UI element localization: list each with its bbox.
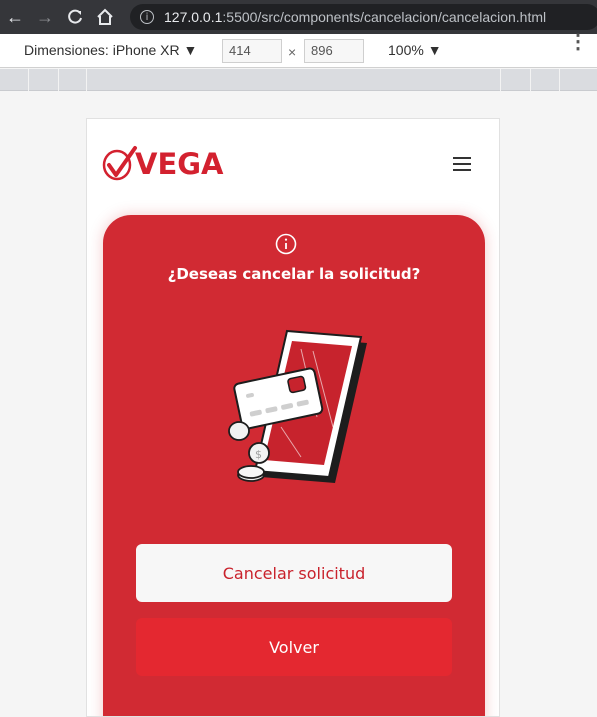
cancel-dialog-card: ¿Deseas cancelar la solicitud? $ Cancela… — [103, 215, 485, 716]
zoom-select[interactable]: 100% ▼ — [388, 42, 442, 58]
logo-check-icon — [102, 146, 137, 181]
phone-card-illustration: $ — [228, 329, 367, 483]
hamburger-menu-icon[interactable] — [453, 157, 475, 175]
cancel-request-button[interactable]: Cancelar solicitud — [136, 544, 452, 602]
svg-text:$: $ — [255, 448, 262, 461]
forward-arrow-icon[interactable]: → — [30, 0, 60, 34]
width-input[interactable]: 414 — [222, 39, 282, 63]
more-options-icon[interactable]: ⋮ — [568, 32, 588, 52]
back-arrow-icon[interactable]: ← — [0, 0, 30, 34]
height-input[interactable]: 896 — [304, 39, 364, 63]
browser-toolbar: ← → i 127.0.0.1:5500/src/components/canc… — [0, 0, 597, 34]
dimension-separator: × — [288, 44, 297, 60]
device-select[interactable]: Dimensiones: iPhone XR ▼ — [24, 42, 197, 58]
device-viewport: VEGA ¿Deseas cancelar la solicitud? $ Ca… — [86, 118, 500, 717]
info-circle-icon — [275, 233, 297, 255]
device-toolbar: Dimensiones: iPhone XR ▼ 414 × 896 100% … — [0, 32, 597, 68]
reload-icon[interactable] — [60, 0, 90, 34]
url-path: :5500/src/components/cancelacion/cancela… — [222, 9, 547, 25]
vega-logo[interactable]: VEGA — [101, 145, 224, 183]
back-button[interactable]: Volver — [136, 618, 452, 676]
site-info-icon[interactable]: i — [140, 10, 154, 24]
home-icon[interactable] — [90, 0, 120, 34]
dialog-title: ¿Deseas cancelar la solicitud? — [167, 265, 421, 283]
address-bar[interactable]: i 127.0.0.1:5500/src/components/cancelac… — [130, 4, 597, 30]
media-query-ruler — [0, 69, 597, 91]
url-host: 127.0.0.1 — [164, 9, 223, 25]
logo-text: VEGA — [135, 147, 224, 181]
app-header: VEGA — [87, 119, 499, 211]
